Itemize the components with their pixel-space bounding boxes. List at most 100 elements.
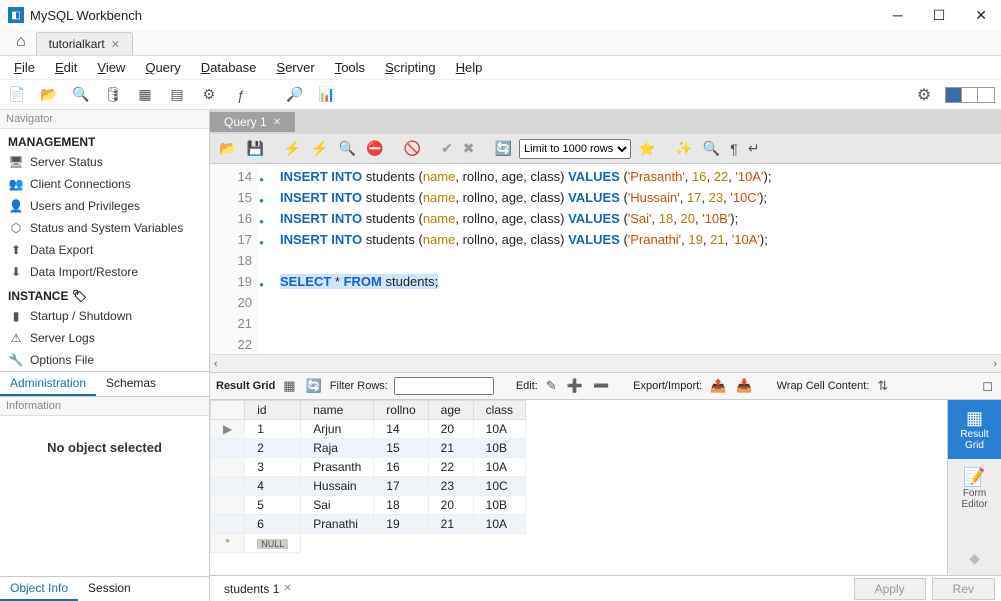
result-footer: students 1 ✕ Apply Rev [210,575,1001,601]
table-row[interactable]: ▶1Arjun142010A [211,420,526,439]
tab-session[interactable]: Session [78,577,141,601]
wrap-cell-icon[interactable]: ⇅ [875,378,890,394]
favorite-icon[interactable]: ⭐ [635,138,658,159]
menu-edit[interactable]: Edit [47,58,85,77]
table-row[interactable]: 4Hussain172310C [211,477,526,496]
navigator-panel: Navigator MANAGEMENT 🖥Server Status👥Clie… [0,110,210,601]
menu-view[interactable]: View [89,58,133,77]
tab-administration[interactable]: Administration [0,372,96,396]
tab-object-info[interactable]: Object Info [0,577,78,601]
navigator-tabs: Administration Schemas [0,371,209,396]
execute-current-icon[interactable]: ⚡ [308,138,331,159]
result-side-tabs: ▦Result Grid 📝Form Editor ◆ [947,400,1001,575]
revert-button[interactable]: Rev [932,578,995,600]
grid-icon[interactable]: ▦ [281,378,297,394]
nav-item-users-and-privileges[interactable]: 👤Users and Privileges [0,195,209,217]
delete-row-icon[interactable]: ➖ [591,378,611,394]
function-icon[interactable]: ƒ [230,84,252,106]
app-icon: ◧ [8,7,24,23]
open-sql-file-icon[interactable]: 📂 [38,84,60,106]
add-row-icon[interactable]: ➕ [565,378,585,394]
close-icon[interactable]: ✕ [111,38,120,51]
menu-query[interactable]: Query [137,58,188,77]
home-icon[interactable]: ⌂ [6,29,36,55]
close-button[interactable]: ✕ [969,7,993,24]
save-icon[interactable]: 💾 [243,138,266,159]
table-row[interactable]: 3Prasanth162210A [211,458,526,477]
invisible-icon[interactable]: ¶ [727,139,741,159]
toggle-icon[interactable]: 🚫 [401,138,424,159]
management-section-header: MANAGEMENT [0,129,209,151]
menu-file[interactable]: File [6,58,43,77]
menu-scripting[interactable]: Scripting [377,58,444,77]
nav-icon: 👥 [8,176,24,192]
sql-editor[interactable]: 141516171819202122 INSERT INTO students … [210,164,1001,354]
nav-item-startup-shutdown[interactable]: ▮Startup / Shutdown [0,305,209,327]
open-icon[interactable]: 📂 [216,138,239,159]
commit-icon[interactable]: ✔ [438,138,456,159]
schema-icon[interactable]: 🛢 [102,84,124,106]
menu-tools[interactable]: Tools [327,58,373,77]
import-icon[interactable]: 📥 [734,378,754,394]
nav-item-options-file[interactable]: 🔧Options File [0,349,209,371]
tab-schemas[interactable]: Schemas [96,372,166,396]
editor-scrollbar[interactable]: ‹› [210,354,1001,372]
autocommit-icon[interactable]: 🔄 [492,138,515,159]
search-icon[interactable]: 🔎 [284,84,306,106]
table-row[interactable]: 2Raja152110B [211,439,526,458]
table-row[interactable]: 6Pranathi192110A [211,515,526,534]
limit-select[interactable]: Limit to 1000 rows [519,139,631,159]
nav-item-server-logs[interactable]: ⚠Server Logs [0,327,209,349]
rollback-icon[interactable]: ✖ [460,138,478,159]
apply-button[interactable]: Apply [854,578,926,600]
instance-section-header: INSTANCE 🏷 [0,283,209,305]
table-icon[interactable]: ▦ [134,84,156,106]
dashboard-icon[interactable]: 📊 [316,84,338,106]
close-icon[interactable]: ✕ [273,117,281,128]
inspector-icon[interactable]: 🔍 [70,84,92,106]
nav-item-server-status[interactable]: 🖥Server Status [0,151,209,173]
filter-label: Filter Rows: [330,380,388,392]
result-grid[interactable]: idnamerollnoageclass▶1Arjun142010A2Raja1… [210,400,947,575]
nav-icon: 🔧 [8,352,24,368]
menu-help[interactable]: Help [448,58,491,77]
menu-database[interactable]: Database [193,58,265,77]
panel-toggle[interactable] [945,87,995,103]
nav-item-status-and-system-variables[interactable]: ⬡Status and System Variables [0,217,209,239]
connection-tab[interactable]: tutorialkart ✕ [36,32,133,55]
nav-icon: ⬇ [8,264,24,280]
view-icon[interactable]: ▤ [166,84,188,106]
menu-bar: FileEditViewQuery DatabaseServer ToolsScri… [0,56,1001,80]
export-icon[interactable]: 📤 [708,378,728,394]
minimize-button[interactable]: ─ [887,7,909,24]
settings-icon[interactable]: ⚙ [913,84,935,106]
wrap-icon[interactable]: ↵ [745,138,763,159]
beautify-icon[interactable]: ✨ [672,138,695,159]
nav-icon: ⬡ [8,220,24,236]
execute-icon[interactable]: ⚡ [281,138,304,159]
filter-input[interactable] [394,377,494,395]
nav-item-client-connections[interactable]: 👥Client Connections [0,173,209,195]
refresh-icon[interactable]: 🔄 [304,378,324,394]
form-editor-tab[interactable]: 📝Form Editor [948,459,1001,518]
nav-item-data-import-restore[interactable]: ⬇Data Import/Restore [0,261,209,283]
maximize-button[interactable]: ☐ [927,7,952,24]
edit-label: Edit: [516,380,538,392]
nav-arrows[interactable]: ◆ [948,542,1001,575]
result-tab[interactable]: students 1 ✕ [216,579,300,599]
new-sql-file-icon[interactable]: 📄 [6,84,28,106]
table-row[interactable]: 5Sai182010B [211,496,526,515]
query-tab[interactable]: Query 1 ✕ [210,112,295,132]
edit-icon[interactable]: ✎ [544,378,559,394]
explain-icon[interactable]: 🔍 [336,138,359,159]
procedure-icon[interactable]: ⚙ [198,84,220,106]
query-tab-label: Query 1 [224,115,267,129]
connection-tab-label: tutorialkart [49,37,105,51]
stop-icon[interactable]: ⛔ [363,138,386,159]
menu-server[interactable]: Server [268,58,322,77]
pin-icon[interactable]: ◻ [980,378,995,394]
nav-item-data-export[interactable]: ⬆Data Export [0,239,209,261]
result-grid-tab[interactable]: ▦Result Grid [948,400,1001,459]
find-icon[interactable]: 🔍 [700,138,723,159]
close-icon[interactable]: ✕ [283,583,291,594]
